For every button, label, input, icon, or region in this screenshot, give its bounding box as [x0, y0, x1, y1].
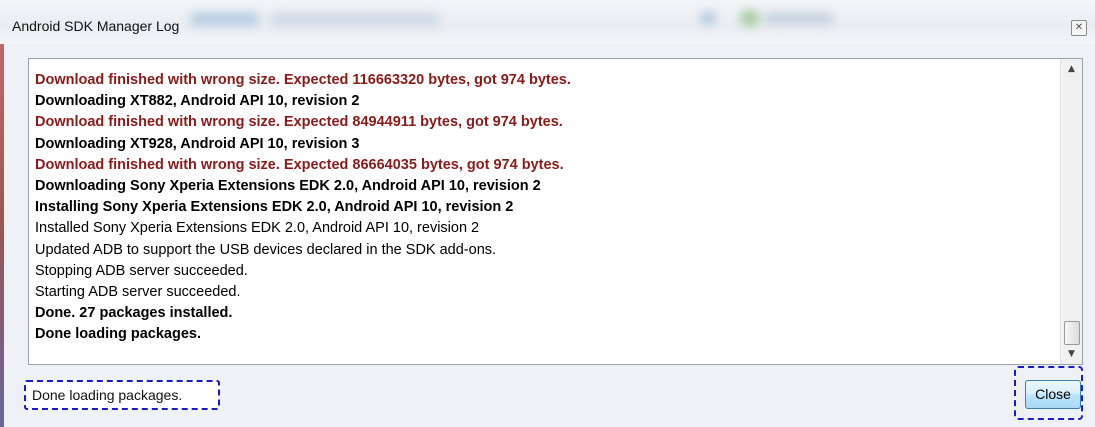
blurred-background — [740, 10, 760, 26]
log-line: Downloading XT882, Android API 10, revis… — [35, 93, 360, 110]
log-content: Download finished with wrong size. Expec… — [35, 59, 1055, 364]
window-edge — [0, 44, 4, 427]
scrollbar-thumb[interactable] — [1064, 321, 1080, 345]
log-line: Installed Sony Xperia Extensions EDK 2.0… — [35, 220, 480, 237]
blurred-background — [764, 12, 834, 24]
log-line: Done. 27 packages installed. — [35, 305, 233, 322]
blurred-background — [190, 12, 260, 26]
window-title: Android SDK Manager Log — [12, 18, 180, 34]
log-line: Updated ADB to support the USB devices d… — [35, 241, 497, 258]
scroll-up-icon[interactable]: ▲ — [1061, 59, 1082, 79]
sdk-manager-log-window: Android SDK Manager Log ✕ Download finis… — [0, 0, 1095, 427]
status-message-box: Done loading packages. — [24, 380, 220, 410]
status-message: Done loading packages. — [32, 387, 183, 403]
log-line: Stopping ADB server succeeded. — [35, 262, 248, 279]
close-icon[interactable]: ✕ — [1071, 20, 1087, 36]
blurred-background — [700, 12, 716, 24]
vertical-scrollbar[interactable]: ▲ ▼ — [1060, 59, 1082, 364]
log-line: Downloading Sony Xperia Extensions EDK 2… — [35, 178, 541, 194]
log-line: Installing Sony Xperia Extensions EDK 2.… — [35, 199, 514, 216]
log-line: Download finished with wrong size. Expec… — [35, 72, 571, 88]
title-bar: Android SDK Manager Log ✕ — [0, 0, 1095, 44]
close-button[interactable]: Close — [1025, 380, 1081, 409]
log-line: Download finished with wrong size. Expec… — [35, 156, 564, 173]
log-line: Download finished with wrong size. Expec… — [35, 114, 563, 131]
log-line: Starting ADB server succeeded. — [35, 284, 241, 300]
scroll-down-icon[interactable]: ▼ — [1061, 344, 1082, 364]
log-line: Done loading packages. — [35, 326, 201, 343]
log-line: Downloading XT928, Android API 10, revis… — [35, 135, 360, 152]
blurred-background — [270, 12, 440, 26]
log-text-area[interactable]: Download finished with wrong size. Expec… — [28, 58, 1083, 365]
